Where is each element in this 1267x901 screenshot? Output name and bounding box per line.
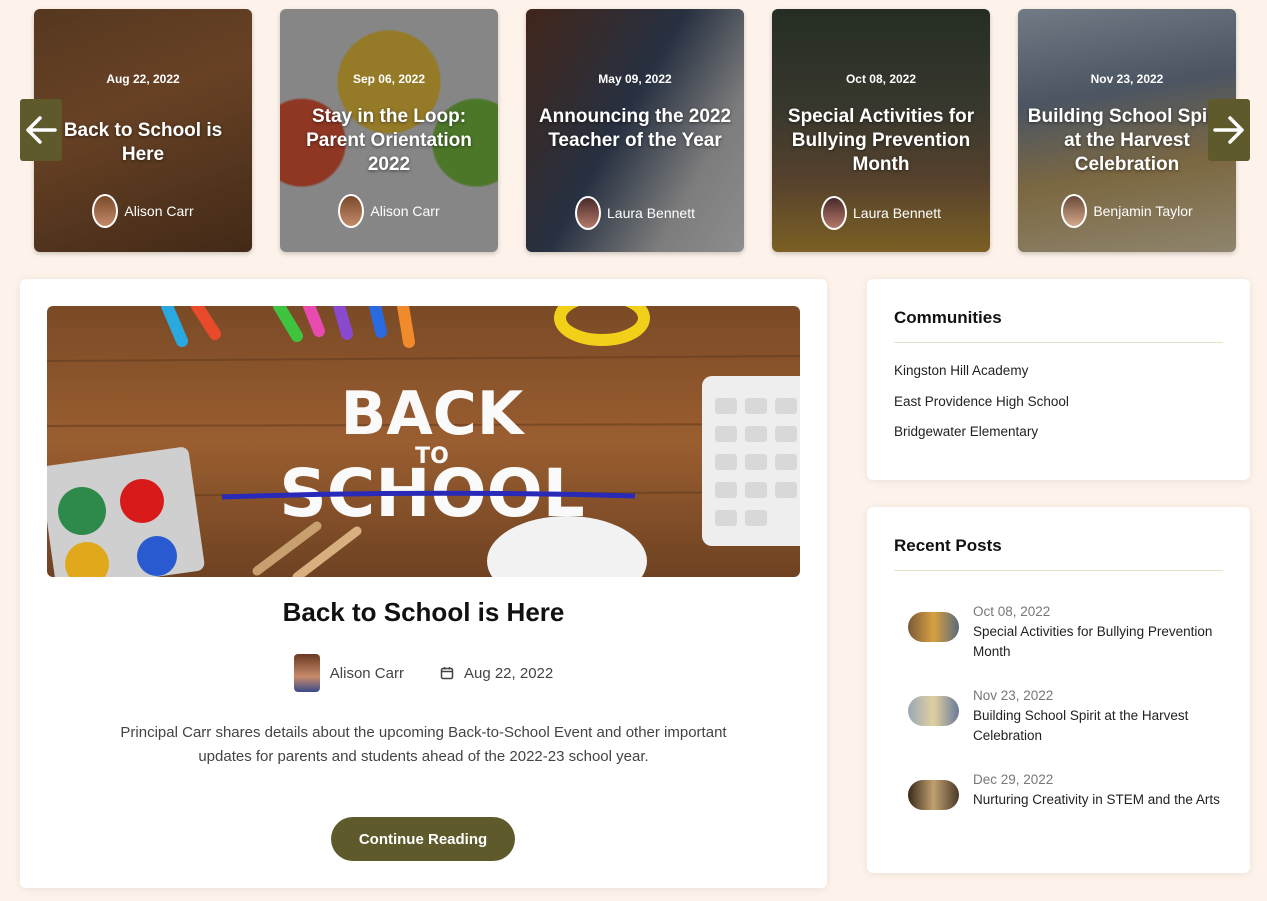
card-author-name: Laura Bennett <box>853 205 941 221</box>
back-to-school-image: BACK TO SCHOOL <box>47 306 800 577</box>
carousel-card[interactable]: Aug 22, 2022 Back to School is Here Alis… <box>34 9 252 252</box>
recent-post-thumbnail[interactable] <box>908 612 959 642</box>
recent-posts-widget: Recent Posts Oct 08, 2022 Special Activi… <box>867 507 1250 873</box>
avatar <box>338 194 365 228</box>
carousel-card[interactable]: Oct 08, 2022 Special Activities for Bull… <box>772 9 990 252</box>
carousel-next-button[interactable] <box>1208 99 1250 161</box>
arrow-right-icon <box>1213 116 1244 144</box>
post-excerpt: Principal Carr shares details about the … <box>120 724 727 765</box>
communities-heading: Communities <box>894 308 1002 327</box>
card-date: Oct 08, 2022 <box>845 72 917 86</box>
communities-widget: Communities Kingston Hill Academy East P… <box>867 279 1250 480</box>
recent-post-date: Dec 29, 2022 <box>973 772 1054 787</box>
post-author[interactable]: Alison Carr <box>330 665 404 682</box>
avatar <box>821 196 848 230</box>
card-author-name: Alison Carr <box>370 203 440 219</box>
recent-post-item[interactable]: Oct 08, 2022 Special Activities for Bull… <box>908 602 1238 662</box>
recent-post-item[interactable]: Dec 29, 2022 Nurturing Creativity in STE… <box>908 770 1238 810</box>
carousel-card[interactable]: Sep 06, 2022 Stay in the Loop: Parent Or… <box>280 9 498 252</box>
divider <box>894 570 1223 571</box>
author-avatar <box>293 654 320 692</box>
post-meta: Alison Carr Aug 22, 2022 <box>20 654 827 692</box>
continue-reading-button[interactable]: Continue Reading <box>331 817 515 861</box>
avatar <box>575 196 602 230</box>
recent-post-title[interactable]: Nurturing Creativity in STEM and the Art… <box>973 790 1220 810</box>
card-date: Aug 22, 2022 <box>106 72 180 86</box>
card-title[interactable]: Building School Spirit at the Harvest Ce… <box>1026 105 1228 177</box>
calendar-icon <box>440 667 454 680</box>
community-link[interactable]: Kingston Hill Academy <box>894 363 1028 378</box>
carousel-card[interactable]: May 09, 2022 Announcing the 2022 Teacher… <box>526 9 744 252</box>
arrow-left-icon <box>26 116 57 144</box>
post-title[interactable]: Back to School is Here <box>20 597 827 628</box>
card-date: Nov 23, 2022 <box>1090 72 1164 86</box>
recent-post-thumbnail[interactable] <box>908 696 959 726</box>
card-author-name: Alison Carr <box>124 203 194 219</box>
card-author-name: Laura Bennett <box>607 205 695 221</box>
recent-post-title[interactable]: Building School Spirit at the Harvest Ce… <box>973 706 1238 746</box>
card-author: Benjamin Taylor <box>1018 194 1236 228</box>
card-date: May 09, 2022 <box>598 72 672 86</box>
card-date: Sep 06, 2022 <box>352 72 426 86</box>
community-link[interactable]: East Providence High School <box>894 394 1069 409</box>
avatar <box>1061 194 1088 228</box>
card-author: Laura Bennett <box>772 196 990 230</box>
post-hero-image[interactable]: BACK TO SCHOOL <box>47 306 800 577</box>
recent-post-item[interactable]: Nov 23, 2022 Building School Spirit at t… <box>908 686 1238 746</box>
avatar <box>92 194 119 228</box>
post-date: Aug 22, 2022 <box>463 664 554 682</box>
community-link[interactable]: Bridgewater Elementary <box>894 424 1038 439</box>
card-title[interactable]: Special Activities for Bullying Preventi… <box>780 105 982 177</box>
hero-text-back: BACK <box>341 379 526 449</box>
post-card: BACK TO SCHOOL Back to School is Here Al… <box>20 279 827 888</box>
recent-post-date: Nov 23, 2022 <box>973 688 1054 703</box>
recent-post-date: Oct 08, 2022 <box>973 604 1051 619</box>
card-title[interactable]: Stay in the Loop: Parent Orientation 202… <box>288 105 490 177</box>
carousel-card[interactable]: Nov 23, 2022 Building School Spirit at t… <box>1018 9 1236 252</box>
carousel-prev-button[interactable] <box>20 99 62 161</box>
card-title[interactable]: Announcing the 2022 Teacher of the Year <box>534 105 736 153</box>
card-title[interactable]: Back to School is Here <box>42 119 244 167</box>
card-author: Laura Bennett <box>526 196 744 230</box>
recent-post-title[interactable]: Special Activities for Bullying Preventi… <box>973 622 1238 662</box>
card-author-name: Benjamin Taylor <box>1093 203 1193 219</box>
recent-post-thumbnail[interactable] <box>908 780 959 810</box>
card-author: Alison Carr <box>280 194 498 228</box>
card-author: Alison Carr <box>34 194 252 228</box>
divider <box>894 342 1223 343</box>
recent-posts-heading: Recent Posts <box>894 536 1002 555</box>
featured-carousel: Aug 22, 2022 Back to School is Here Alis… <box>0 0 1267 262</box>
